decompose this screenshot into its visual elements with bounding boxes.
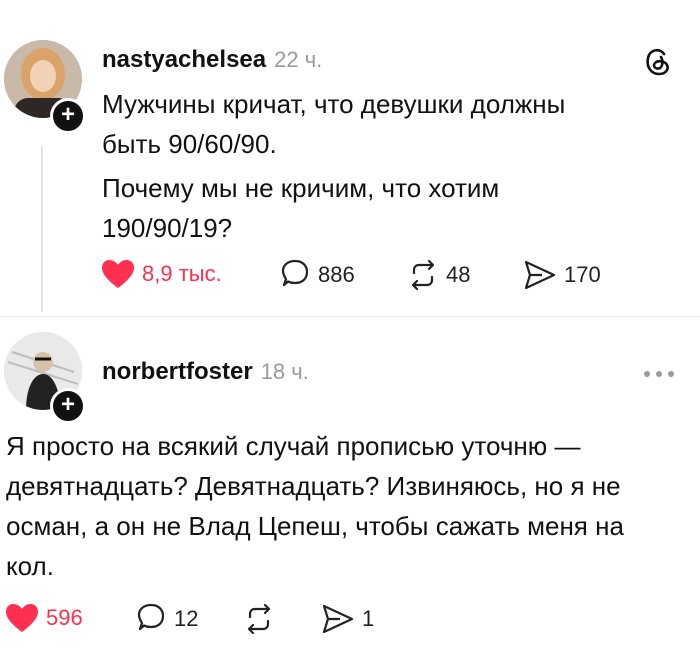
share-count: 170 [564,262,601,287]
username[interactable]: norbertfoster [102,358,253,385]
heart-icon [102,260,134,288]
thread-line [41,146,43,312]
text-line: осман, а он не Влад Цепеш, чтобы сажать … [6,511,624,541]
text-line: девятнадцать? Девятнадцать? Извиняюсь, н… [6,471,621,501]
post-text: Мужчины кричат, что девушки должны быть … [102,84,662,248]
text-line: быть 90/60/90. [102,129,277,159]
like-button[interactable]: 596 [4,602,83,634]
repost-count: 48 [446,262,471,287]
timestamp: 22 ч. [274,47,323,72]
repost-icon [411,259,435,291]
comment-icon [281,259,309,287]
comment-count: 12 [174,606,199,631]
comment-button[interactable]: 12 [134,602,198,636]
text-line: Я просто на всякий случай прописью уточн… [6,431,581,461]
repost-button[interactable]: 48 [406,258,470,292]
repost-button[interactable] [242,602,282,636]
share-count: 1 [362,606,375,631]
text-line: Мужчины кричат, что девушки должны [102,89,566,119]
post-divider [0,316,700,317]
like-button[interactable]: 8,9 тыс. [100,258,222,290]
more-icon[interactable] [642,366,676,377]
like-count: 596 [46,605,83,630]
post-text: Я просто на всякий случай прописью уточн… [6,426,696,586]
share-icon [322,604,354,634]
comment-button[interactable]: 886 [278,258,355,292]
follow-plus-icon[interactable]: + [50,98,86,134]
text-line: 190/90/19? [102,213,233,243]
share-icon [524,260,556,290]
comment-icon [137,603,165,631]
repost-icon [247,603,271,635]
threads-logo-icon[interactable] [640,44,674,78]
like-count: 8,9 тыс. [142,261,222,286]
share-button[interactable]: 1 [320,602,374,636]
share-button[interactable]: 170 [522,258,601,292]
post-header: nastyachelsea 22 ч. [102,46,322,74]
username[interactable]: nastyachelsea [102,46,266,73]
timestamp: 18 ч. [260,359,309,384]
text-line: Почему мы не кричим, что хотим [102,173,500,203]
heart-icon [6,604,38,632]
post-header: norbertfoster 18 ч. [102,358,309,386]
text-line: кол. [6,551,54,581]
comment-count: 886 [318,262,355,287]
follow-plus-icon[interactable]: + [50,388,86,424]
